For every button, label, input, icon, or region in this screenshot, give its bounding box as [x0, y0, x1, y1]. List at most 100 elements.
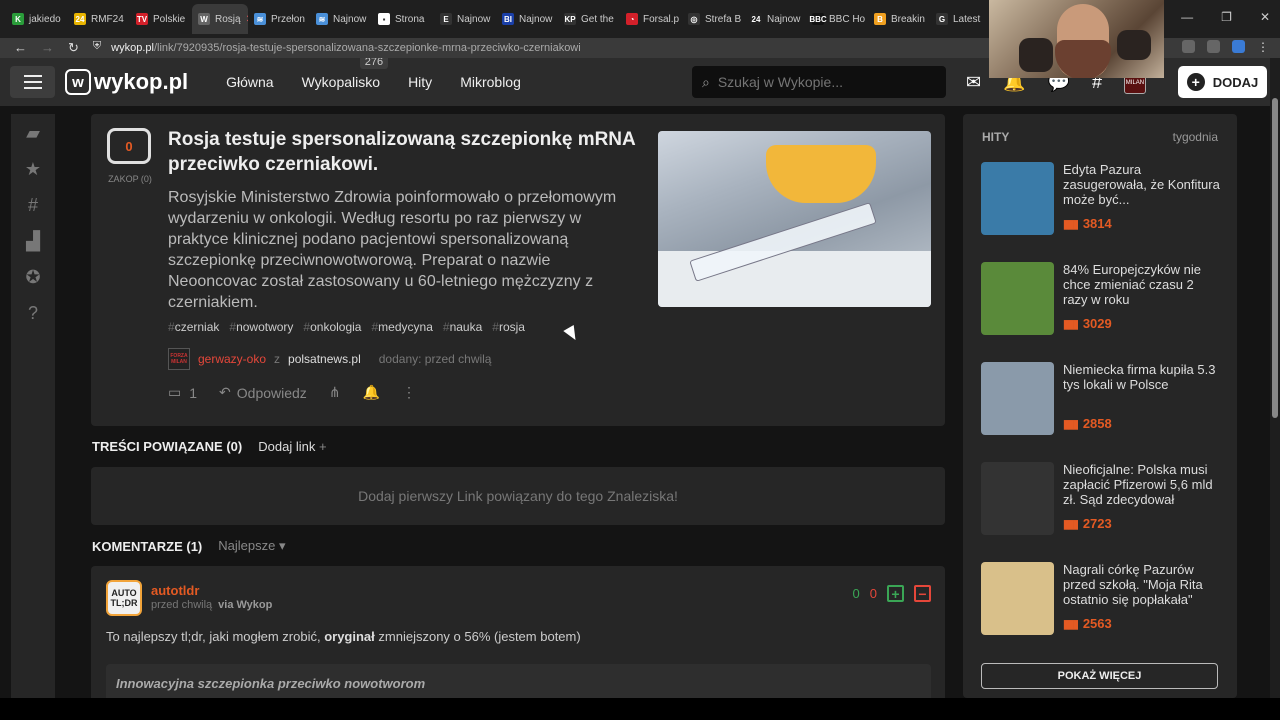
- browser-tab[interactable]: E Najnow: [434, 4, 496, 34]
- browser-tab[interactable]: WRosją✕: [192, 4, 248, 34]
- hit-item[interactable]: 84% Europejczyków nie chce zmieniać czas…: [981, 262, 1221, 335]
- hamburger-menu-button[interactable]: [10, 66, 55, 98]
- browser-tab[interactable]: 24 Najnow: [744, 4, 806, 34]
- browser-tab[interactable]: BBC BBC Ho: [806, 4, 868, 34]
- hit-item[interactable]: Edyta Pazura zasugerowała, że Konfitura …: [981, 162, 1221, 235]
- article-title[interactable]: Rosja testuje spersonalizowaną szczepion…: [168, 127, 648, 177]
- author-avatar[interactable]: FORZA MILAN: [168, 348, 190, 370]
- source-link[interactable]: polsatnews.pl: [288, 352, 361, 366]
- browser-tab[interactable]: TV Polskie: [130, 4, 192, 34]
- messages-icon[interactable]: ✉: [966, 72, 981, 94]
- nav-item-mikroblog[interactable]: Mikroblog: [460, 74, 521, 90]
- award-icon[interactable]: ✪: [22, 266, 44, 288]
- hit-item[interactable]: Nieoficjalne: Polska musi zapłacić Pfize…: [981, 462, 1221, 535]
- maximize-icon[interactable]: ❐: [1221, 10, 1232, 24]
- related-empty-box[interactable]: Dodaj pierwszy Link powiązany do tego Zn…: [91, 467, 945, 525]
- bury-button[interactable]: ZAKOP (0): [104, 174, 156, 184]
- browser-tab[interactable]: KP Get the: [558, 4, 620, 34]
- close-window-icon[interactable]: ✕: [1260, 10, 1270, 24]
- upvote-button[interactable]: +: [887, 585, 904, 602]
- back-icon[interactable]: ←: [14, 40, 27, 56]
- hit-item[interactable]: Niemiecka firma kupiła 5.3 tys lokali w …: [981, 362, 1221, 435]
- window-controls: — ❐ ✕: [1181, 10, 1270, 24]
- url-field[interactable]: wykop.pl/link/7920935/rosja-testuje-sper…: [111, 42, 581, 54]
- browser-tab[interactable]: G Latest: [930, 4, 992, 34]
- tab-label: BBC Ho: [829, 13, 866, 25]
- reload-icon[interactable]: ↻: [68, 40, 79, 56]
- hit-thumbnail[interactable]: [981, 262, 1054, 335]
- tab-favicon-icon: 24: [74, 13, 86, 25]
- tab-favicon-icon: TV: [136, 13, 148, 25]
- nav-item-hity[interactable]: Hity: [408, 74, 432, 90]
- tag-link[interactable]: #nowotwory: [229, 320, 293, 334]
- comments-button[interactable]: ▭ 1: [168, 384, 197, 401]
- browser-tab[interactable]: ▪ Strona: [372, 4, 434, 34]
- extension-icon[interactable]: [1207, 40, 1220, 53]
- downvote-button[interactable]: −: [914, 585, 931, 602]
- reply-button[interactable]: ↶ Odpowiedz: [219, 384, 307, 401]
- site-logo[interactable]: w wykop.pl: [65, 69, 188, 95]
- tab-label: Latest: [953, 13, 981, 25]
- search-input[interactable]: [717, 74, 918, 90]
- hit-thumbnail[interactable]: [981, 362, 1054, 435]
- hit-thumbnail[interactable]: [981, 162, 1054, 235]
- share-icon[interactable]: ⋔: [329, 384, 341, 401]
- tab-favicon-icon: K: [12, 13, 24, 25]
- tag-link[interactable]: #nauka: [443, 320, 482, 334]
- star-icon[interactable]: ★: [22, 158, 44, 180]
- hit-title[interactable]: Edyta Pazura zasugerowała, że Konfitura …: [1063, 162, 1221, 207]
- scrollbar-thumb[interactable]: [1272, 98, 1278, 418]
- browser-tab[interactable]: Kjakiedo: [6, 4, 68, 34]
- show-more-button[interactable]: POKAŻ WIĘCEJ: [981, 663, 1218, 689]
- original-link[interactable]: oryginał: [324, 629, 375, 644]
- hit-thumbnail[interactable]: [981, 562, 1054, 635]
- notify-icon[interactable]: 🔔: [363, 384, 380, 401]
- more-options-icon[interactable]: ⋮: [402, 384, 416, 401]
- nav-item-wykopalisko[interactable]: Wykopalisko 276: [302, 58, 389, 90]
- hashtag-icon[interactable]: #: [22, 194, 44, 216]
- tag-link[interactable]: #medycyna: [371, 320, 432, 334]
- person-hand: [1117, 30, 1151, 60]
- article-thumbnail[interactable]: [658, 131, 931, 307]
- help-icon[interactable]: ?: [22, 302, 44, 324]
- browser-tab[interactable]: ≋ Przełon: [248, 4, 310, 34]
- browser-tab[interactable]: B Breakin: [868, 4, 930, 34]
- tab-favicon-icon: W: [198, 13, 210, 25]
- browser-tab[interactable]: ◎ Strefa B: [682, 4, 744, 34]
- sidebar-period-selector[interactable]: tygodnia: [1173, 130, 1218, 144]
- hit-item[interactable]: Nagrali córkę Pazurów przed szkołą. "Moj…: [981, 562, 1221, 635]
- ranking-icon[interactable]: ▟: [22, 230, 44, 252]
- browser-tab[interactable]: BI Najnow: [496, 4, 558, 34]
- extension-icon[interactable]: [1182, 40, 1195, 53]
- tab-label: Najnow: [519, 13, 553, 25]
- comment-avatar[interactable]: AUTO TL;DR: [106, 580, 142, 616]
- author-name[interactable]: gerwazy-oko: [198, 352, 266, 366]
- minimize-icon[interactable]: —: [1181, 10, 1193, 24]
- hit-title[interactable]: Niemiecka firma kupiła 5.3 tys lokali w …: [1063, 362, 1221, 392]
- vote-button[interactable]: 0: [107, 128, 151, 164]
- site-info-icon[interactable]: ⛨: [93, 40, 101, 56]
- browser-tab[interactable]: 24 RMF24: [68, 4, 130, 34]
- page-scrollbar[interactable]: [1270, 58, 1280, 698]
- hit-score: ▮▮▮ 3029: [1063, 316, 1112, 331]
- hit-thumbnail[interactable]: [981, 462, 1054, 535]
- hit-title[interactable]: Nieoficjalne: Polska musi zapłacić Pfize…: [1063, 462, 1221, 507]
- search-box[interactable]: ⌕: [692, 66, 946, 98]
- tag-link[interactable]: #rosja: [492, 320, 525, 334]
- hit-title[interactable]: 84% Europejczyków nie chce zmieniać czas…: [1063, 262, 1221, 307]
- nav-item-glowna[interactable]: Główna: [226, 74, 273, 90]
- comment-author[interactable]: autotldr: [151, 583, 199, 598]
- comments-sort-dropdown[interactable]: Najlepsze ▾: [218, 538, 285, 554]
- tag-link[interactable]: #onkologia: [303, 320, 361, 334]
- browser-tab[interactable]: ◔ Forsal.p: [620, 4, 682, 34]
- comments-header: KOMENTARZE (1) Najlepsze ▾: [92, 538, 286, 554]
- extension-icon[interactable]: [1232, 40, 1245, 53]
- wykop-icon[interactable]: ▰: [22, 122, 44, 144]
- menu-dots-icon[interactable]: ⋮: [1257, 40, 1270, 54]
- hit-title[interactable]: Nagrali córkę Pazurów przed szkołą. "Moj…: [1063, 562, 1221, 607]
- forward-icon[interactable]: →: [41, 40, 54, 56]
- browser-tab[interactable]: ≋ Najnow: [310, 4, 372, 34]
- add-related-link-button[interactable]: Dodaj link +: [258, 439, 326, 454]
- add-button[interactable]: + DODAJ: [1178, 66, 1267, 98]
- tag-link[interactable]: #czerniak: [168, 320, 219, 334]
